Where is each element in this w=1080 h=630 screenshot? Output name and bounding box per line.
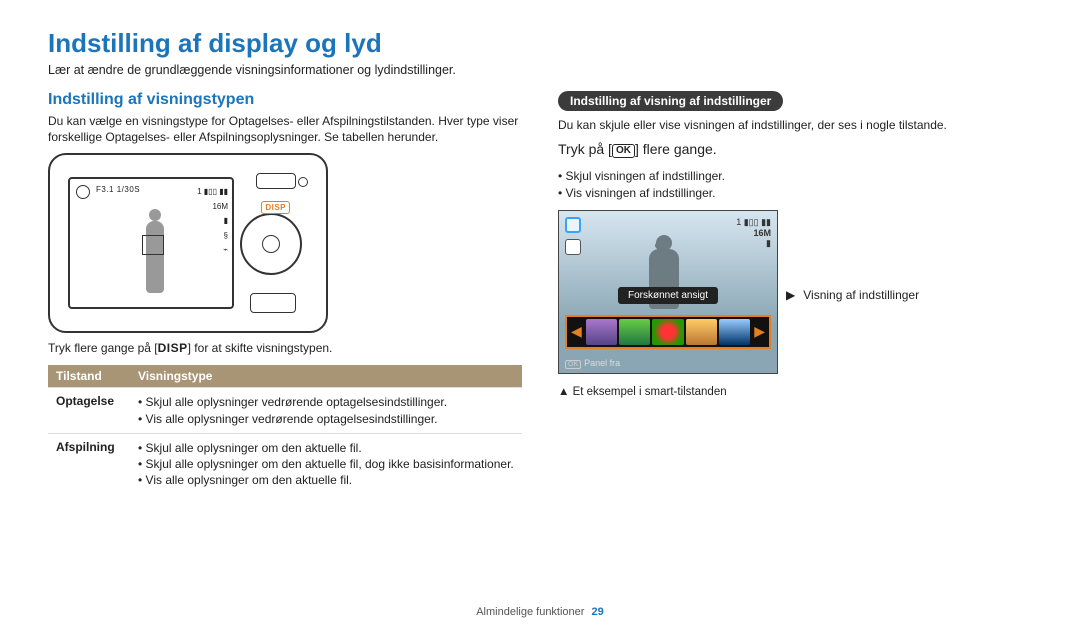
callout-arrow-icon: ▶ bbox=[786, 288, 795, 302]
table-row: Optagelse Skjul alle oplysninger vedrøre… bbox=[48, 388, 522, 433]
bottom-button-outline bbox=[250, 293, 296, 313]
status-line: 1 ▮▯▯ ▮▮ bbox=[736, 217, 771, 228]
chevron-right-icon: ▶ bbox=[752, 323, 767, 340]
dpad-outline bbox=[240, 213, 302, 275]
press-pre: Tryk på [ bbox=[558, 141, 612, 157]
page-footer: Almindelige funktioner 29 bbox=[0, 606, 1080, 618]
mode-cell: Afspilning bbox=[48, 433, 130, 494]
small-button-outline bbox=[298, 177, 308, 187]
ok-badge-icon: OK bbox=[565, 360, 581, 369]
type-cell: Skjul alle oplysninger om den aktuelle f… bbox=[130, 433, 522, 494]
mode-icon-group bbox=[565, 217, 581, 233]
mode-icon-selected bbox=[565, 217, 581, 233]
exposure-readout: F3.1 1/30S bbox=[96, 185, 140, 194]
list-item: Skjul alle oplysninger om den aktuelle f… bbox=[138, 456, 514, 472]
example-footnote: Et eksempel i smart-tilstanden bbox=[558, 386, 1032, 398]
page-number: 29 bbox=[592, 606, 604, 618]
footer-section: Almindelige funktioner bbox=[476, 606, 584, 618]
list-item: Vis visningen af indstillinger. bbox=[558, 185, 1032, 202]
example-screenshot: 1 ▮▯▯ ▮▮ 16M ▮ Forskønnet ansigt ◀ bbox=[558, 210, 778, 374]
chevron-left-icon: ◀ bbox=[569, 323, 584, 340]
mode-cell: Optagelse bbox=[48, 388, 130, 433]
disp-instruction: Tryk flere gange på [DISP] for at skifte… bbox=[48, 341, 522, 355]
top-button-outline bbox=[256, 173, 296, 189]
resolution-label: 16M bbox=[736, 228, 771, 238]
right-column: Indstilling af visning af indstillinger … bbox=[558, 91, 1032, 494]
type-cell: Skjul alle oplysninger vedrørende optage… bbox=[130, 388, 522, 433]
instr-pre: Tryk flere gange på [ bbox=[48, 341, 158, 355]
mode-tooltip: Forskønnet ansigt bbox=[618, 287, 718, 304]
list-item: Skjul alle oplysninger om den aktuelle f… bbox=[138, 440, 514, 456]
preset-thumb bbox=[619, 319, 650, 345]
ok-center-icon bbox=[262, 235, 280, 253]
panel-off-hint: OKPanel fra bbox=[565, 358, 620, 369]
disp-button: DISP bbox=[261, 201, 290, 214]
th-type: Visningstype bbox=[130, 365, 522, 388]
modes-table: Tilstand Visningstype Optagelse Skjul al… bbox=[48, 365, 522, 494]
list-item: Vis alle oplysninger om den aktuelle fil… bbox=[138, 472, 514, 488]
list-item: Vis alle oplysninger vedrørende optagels… bbox=[138, 411, 514, 427]
settings-strip: ◀ ▶ bbox=[565, 315, 771, 349]
status-readout: 1 ▮▯▯ ▮▮ 16M ▮ bbox=[736, 217, 771, 249]
preset-thumb bbox=[652, 319, 683, 345]
left-column: Indstilling af visningstypen Du kan vælg… bbox=[48, 91, 522, 494]
disp-key-label: DISP bbox=[158, 341, 188, 355]
status-stack: 1 ▮▯▯ ▮▮ 16M ▮ § ⌁ bbox=[197, 185, 228, 257]
left-paragraph: Du kan vælge en visningstype for Optagel… bbox=[48, 113, 522, 145]
mode-icon bbox=[565, 239, 581, 255]
left-heading: Indstilling af visningstypen bbox=[48, 91, 522, 109]
press-post: ] flere gange. bbox=[635, 141, 717, 157]
page-title: Indstilling af display og lyd bbox=[48, 28, 1032, 59]
status-icon: ▮ bbox=[736, 238, 771, 249]
list-item: Skjul alle oplysninger vedrørende optage… bbox=[138, 394, 514, 410]
camera-screen: F3.1 1/30S 1 ▮▯▯ ▮▮ 16M ▮ § ⌁ bbox=[68, 177, 234, 309]
preset-thumb bbox=[586, 319, 617, 345]
right-paragraph: Du kan skjule eller vise visningen af in… bbox=[558, 117, 1032, 133]
preset-thumb bbox=[686, 319, 717, 345]
list-item: Skjul visningen af indstillinger. bbox=[558, 168, 1032, 185]
camera-illustration: F3.1 1/30S 1 ▮▯▯ ▮▮ 16M ▮ § ⌁ DISP bbox=[48, 153, 328, 333]
callout-label: Visning af indstillinger bbox=[803, 288, 919, 302]
th-mode: Tilstand bbox=[48, 365, 130, 388]
instr-post: ] for at skifte visningstypen. bbox=[188, 341, 333, 355]
panel-off-label: Panel fra bbox=[584, 358, 620, 368]
subject-silhouette bbox=[142, 209, 168, 305]
lead-text: Lær at ændre de grundlæggende visningsin… bbox=[48, 63, 1032, 77]
ok-instruction: Tryk på [OK] flere gange. bbox=[558, 141, 1032, 158]
right-bullets: Skjul visningen af indstillinger. Vis vi… bbox=[558, 168, 1032, 202]
mode-icon bbox=[76, 185, 90, 199]
focus-square-icon bbox=[142, 235, 164, 255]
section-pill: Indstilling af visning af indstillinger bbox=[558, 91, 783, 111]
preset-thumb bbox=[719, 319, 750, 345]
ok-key-label: OK bbox=[612, 144, 635, 158]
table-row: Afspilning Skjul alle oplysninger om den… bbox=[48, 433, 522, 494]
